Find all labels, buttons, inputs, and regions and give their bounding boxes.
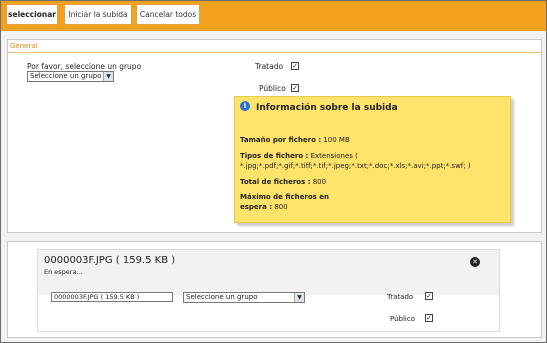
start-upload-button[interactable]: Iniciar la subida (64, 4, 132, 25)
info-title: Información sobre la subida (256, 103, 398, 113)
file-item: 0000003F.JPG ( 159.5 KB ) En espera... ✕… (37, 249, 500, 332)
file-group-select[interactable]: Seleccione un grupo ▼ (183, 292, 305, 303)
file-tratado-label: Tratado (387, 293, 414, 301)
chevron-down-icon: ▼ (103, 72, 113, 81)
info-max: Máximo de ficheros en espera : 800 (240, 193, 355, 212)
upload-info-box: i Información sobre la subida Tamaño por… (234, 96, 511, 223)
toolbar: seleccionar Iniciar la subida Cancelar t… (1, 1, 546, 31)
info-max-value: 800 (272, 202, 288, 211)
file-group-select-value: Seleccione un grupo (186, 293, 258, 301)
select-button[interactable]: seleccionar (6, 4, 58, 25)
publico-checkbox[interactable]: ✓ (291, 84, 299, 92)
close-icon[interactable]: ✕ (470, 257, 480, 267)
info-types: Tipos de fichero : Extensiones ( *.jpg;*… (240, 152, 505, 171)
info-size: Tamaño por fichero : 100 MB (240, 136, 505, 146)
tratado-checkbox[interactable]: ✓ (291, 62, 299, 70)
publico-label: Público (259, 84, 286, 93)
info-total-value: 800 (310, 178, 327, 186)
chevron-down-icon: ▼ (294, 293, 304, 302)
file-tratado-checkbox[interactable]: ✓ (425, 292, 433, 300)
file-item-header: 0000003F.JPG ( 159.5 KB ) En espera... ✕ (38, 250, 499, 295)
group-select-value: Seleccione un grupo (30, 72, 102, 80)
panel-title-divider (8, 52, 541, 53)
info-total: Total de ficheros : 800 (240, 178, 505, 188)
tratado-label: Tratado (255, 62, 284, 71)
info-icon: i (240, 101, 250, 111)
group-prompt-label: Por favor, seleccione un grupo (27, 62, 142, 71)
cancel-all-button[interactable]: Cancelar todos (136, 4, 200, 25)
file-name: 0000003F.JPG ( 159.5 KB ) (44, 255, 176, 266)
panel-title: General (10, 42, 38, 50)
group-select[interactable]: Seleccione un grupo ▼ (27, 71, 114, 82)
file-name-input[interactable]: 0000003F.JPG ( 159.5 KB ) (51, 292, 173, 302)
uploader-window: seleccionar Iniciar la subida Cancelar t… (0, 0, 547, 343)
file-status: En espera... (44, 268, 83, 276)
info-size-label: Tamaño por fichero : (240, 136, 322, 144)
general-panel: General Por favor, seleccione un grupo S… (7, 39, 542, 233)
upload-queue-panel: 0000003F.JPG ( 159.5 KB ) En espera... ✕… (7, 241, 542, 338)
info-total-label: Total de ficheros : (240, 178, 311, 186)
file-publico-label: Público (390, 315, 415, 323)
info-types-label: Tipos de fichero : (240, 152, 309, 160)
file-publico-checkbox[interactable]: ✓ (425, 314, 433, 322)
info-size-value: 100 MB (321, 136, 350, 144)
